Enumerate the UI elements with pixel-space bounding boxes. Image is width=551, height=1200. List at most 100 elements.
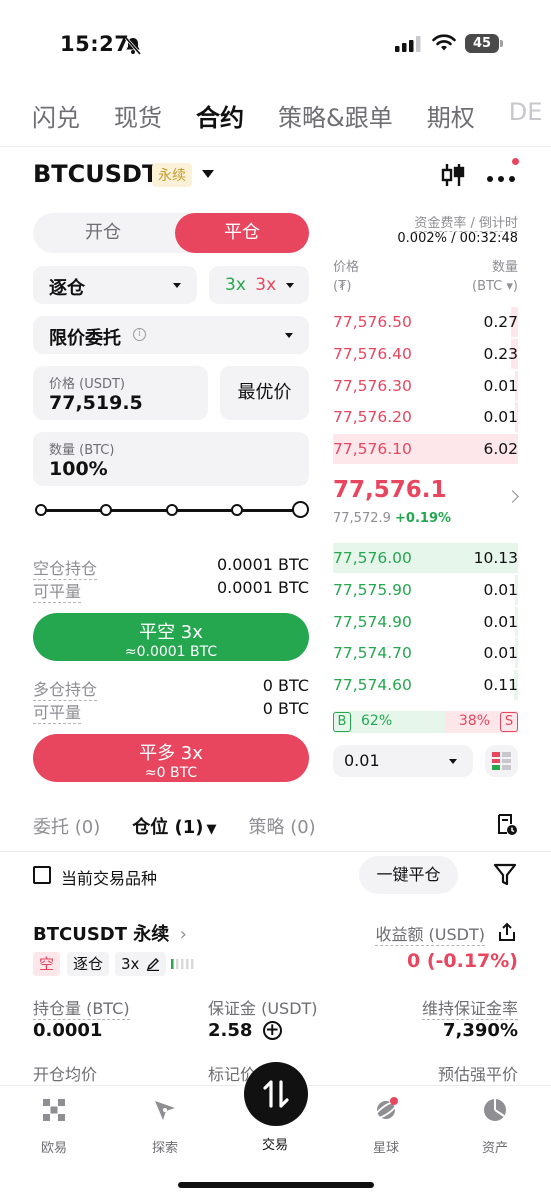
ask-price: 77,576.30 (333, 376, 412, 395)
candlestick-chart-icon[interactable] (440, 162, 466, 188)
margin-mode-select[interactable]: 逐仓 (33, 266, 197, 304)
slider-stop-75[interactable] (231, 504, 243, 516)
ask-row[interactable]: 77,576.30 0.01 (333, 370, 518, 401)
close-long-button[interactable]: 平多 3x ≈0 BTC (33, 734, 309, 782)
quantity-value[interactable]: 100% (49, 458, 108, 480)
pnl-value: 0 (-0.17%) (406, 950, 518, 972)
chevron-down-icon (449, 759, 457, 764)
price-label: 价格 (USDT) (49, 377, 125, 392)
short-avail-label[interactable]: 可平量 (33, 578, 82, 603)
position-title[interactable]: BTCUSDT 永续 › (33, 920, 187, 946)
mark-price-row: 77,572.9 +0.19% (333, 511, 451, 526)
status-time: 15:27 (60, 32, 130, 56)
ask-price: 77,576.20 (333, 408, 412, 427)
slider-handle[interactable] (292, 501, 309, 518)
leverage-select[interactable]: 3x 3x (209, 266, 309, 304)
margin-label: 保证金 (USDT) (208, 999, 318, 1018)
current-pair-checkbox[interactable] (33, 866, 51, 884)
edit-icon (147, 958, 160, 972)
tab-futures[interactable]: 合约 (196, 98, 244, 132)
long-avail-value: 0 BTC (262, 699, 309, 718)
leverage-badge[interactable]: 3x (115, 952, 167, 976)
last-price[interactable]: 77,576.1 (333, 477, 447, 503)
pair-dropdown-icon[interactable] (202, 170, 214, 178)
bid-row[interactable]: 77,574.60 0.11 (333, 670, 518, 701)
ask-row[interactable]: 77,576.40 0.23 (333, 338, 518, 369)
entry-price-label[interactable]: 开仓均价 (33, 1061, 98, 1086)
close-short-button[interactable]: 平空 3x ≈0.0001 BTC (33, 613, 309, 661)
close-all-button[interactable]: 一键平仓 (359, 856, 458, 894)
tab-strategy[interactable]: 策略&跟单 (278, 98, 393, 132)
add-margin-icon[interactable]: + (262, 1021, 282, 1040)
home-indicator (178, 1182, 374, 1188)
orderbook-layout-icon[interactable] (485, 745, 518, 777)
orderbook-qty-header[interactable]: 数量 (BTC ▾) (472, 258, 518, 296)
short-avail-value: 0.0001 BTC (216, 578, 309, 597)
pie-chart-icon (484, 1099, 506, 1121)
slider-stop-0[interactable] (35, 504, 47, 516)
tab-spot[interactable]: 现货 (114, 98, 162, 132)
ask-row[interactable]: 77,576.20 0.01 (333, 402, 518, 433)
tab-orders[interactable]: 委托 (0) (33, 813, 100, 839)
mmr-label[interactable]: 维持保证金率 (421, 995, 518, 1020)
nav-planet[interactable]: 星球 (346, 1097, 426, 1156)
bid-qty: 0.01 (483, 644, 518, 663)
best-price-button[interactable]: 最优价 (220, 366, 309, 420)
pair-title[interactable]: BTCUSDT (33, 160, 158, 188)
tab-de[interactable]: DE (509, 98, 543, 132)
nav-okx[interactable]: 欧易 (14, 1097, 94, 1156)
bid-qty: 0.01 (483, 612, 518, 631)
size-label[interactable]: 持仓量 (BTC) (33, 995, 130, 1020)
info-icon[interactable]: i (133, 328, 146, 341)
tab-swap[interactable]: 闪兑 (32, 98, 80, 132)
slider-stop-50[interactable] (166, 504, 178, 516)
risk-meter-icon (171, 959, 194, 969)
liq-price-label[interactable]: 预估强平价 (437, 1061, 518, 1086)
chevron-right-icon[interactable] (506, 490, 519, 503)
perpetual-badge: 永续 (152, 163, 192, 187)
tab-options[interactable]: 期权 (427, 98, 475, 132)
mute-bell-icon (124, 37, 142, 55)
close-position-tab[interactable]: 平仓 (175, 213, 309, 253)
short-held-label[interactable]: 空仓持仓 (33, 555, 98, 580)
okx-logo-icon (43, 1099, 65, 1121)
more-icon[interactable] (486, 165, 518, 185)
open-position-tab[interactable]: 开仓 (33, 213, 173, 253)
notification-dot (512, 158, 519, 165)
tab-positions[interactable]: 仓位 (1) ▼ (132, 813, 216, 839)
nav-explore[interactable]: 探索 (125, 1097, 205, 1156)
bid-row[interactable]: 77,575.90 0.01 (333, 574, 518, 605)
order-type-select[interactable]: 限价委托 i (33, 316, 309, 354)
slider-stop-25[interactable] (100, 504, 112, 516)
ask-price: 77,576.10 (333, 440, 412, 459)
price-input[interactable]: 价格 (USDT) 77,519.5 (33, 366, 208, 420)
close-long-label: 平多 3x (139, 743, 203, 764)
battery-icon: 45 (465, 34, 503, 53)
pnl-label[interactable]: 收益额 (USDT) (375, 921, 485, 946)
bid-row[interactable]: 77,574.90 0.01 (333, 606, 518, 637)
precision-select[interactable]: 0.01 (333, 745, 473, 777)
bid-qty: 0.11 (483, 676, 518, 695)
compass-icon (155, 1101, 175, 1120)
history-icon[interactable] (495, 813, 519, 837)
bid-price: 77,575.90 (333, 580, 412, 599)
swap-arrows-icon (263, 1080, 289, 1108)
long-held-label[interactable]: 多仓持仓 (33, 676, 98, 701)
divider (0, 851, 551, 852)
share-icon[interactable] (497, 922, 517, 942)
quantity-input[interactable]: 数量 (BTC) 100% (33, 432, 309, 486)
mmr-value: 7,390% (443, 1020, 518, 1041)
nav-trade[interactable] (244, 1062, 308, 1126)
long-avail-label[interactable]: 可平量 (33, 699, 82, 724)
filter-icon[interactable] (493, 862, 517, 888)
funding-rate-label[interactable]: 资金费率 / 倒计时 (414, 212, 518, 232)
bid-row[interactable]: 77,576.00 10.13 (333, 543, 518, 573)
price-value[interactable]: 77,519.5 (49, 392, 143, 414)
bid-row[interactable]: 77,574.70 0.01 (333, 638, 518, 669)
bid-price: 77,574.90 (333, 612, 412, 631)
nav-assets[interactable]: 资产 (455, 1097, 535, 1156)
ask-row[interactable]: 77,576.50 0.27 (333, 307, 518, 337)
tab-strategies[interactable]: 策略 (0) (248, 813, 315, 839)
ask-row[interactable]: 77,576.10 6.02 (333, 434, 518, 465)
current-pair-label[interactable]: 当前交易品种 (61, 865, 157, 889)
